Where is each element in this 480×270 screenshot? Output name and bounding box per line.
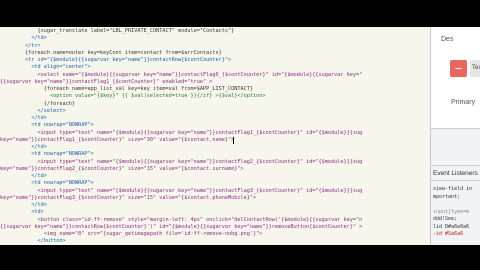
code-line[interactable]: <td align="center"> bbox=[0, 64, 90, 71]
code-line[interactable]: </td> bbox=[0, 115, 47, 122]
code-line[interactable]: {foreach name=outer key=keyCont item=con… bbox=[0, 50, 222, 57]
code-line[interactable]: </td> bbox=[0, 35, 47, 42]
code-line[interactable]: <input type="text" name="{$module}{{suga… bbox=[0, 188, 362, 195]
remove-button[interactable]: − bbox=[450, 60, 467, 77]
divider bbox=[431, 128, 480, 129]
code-line[interactable]: {sugar_translate label="LBL_PRIVATE_CONT… bbox=[0, 28, 234, 35]
code-line[interactable]: </tr> bbox=[0, 43, 41, 50]
style-line: input[type=m bbox=[433, 208, 470, 215]
code-line[interactable]: {foreach name=app_list_val key=key item=… bbox=[0, 86, 253, 93]
style-line: xiew-field in bbox=[433, 186, 473, 192]
code-line[interactable]: </td> bbox=[0, 173, 47, 180]
style-line: -id #Sa6a6 bbox=[433, 231, 464, 237]
code-line[interactable]: <input type="text" name="{$module}{{suga… bbox=[0, 159, 362, 166]
code-line[interactable]: <select name="{$module}{{sugarvar key="n… bbox=[0, 72, 362, 79]
code-line[interactable]: <td nowrap="NOWRAP"> bbox=[0, 122, 93, 129]
code-line[interactable]: key="name"}}contactFlag3_{$contCounter}"… bbox=[0, 195, 256, 202]
devtools-panel: Des − Textu Primary Event Listeners xiew… bbox=[430, 27, 480, 245]
code-line[interactable]: <tr id="{$module}{{sugarvar key="name"}}… bbox=[0, 57, 231, 64]
text-button[interactable]: Textu bbox=[470, 60, 480, 77]
code-line[interactable]: key="name"}}contactFlag2_{$contCounter}"… bbox=[0, 166, 244, 173]
style-line: ddd!See; bbox=[433, 216, 458, 222]
minus-icon: − bbox=[454, 61, 463, 76]
code-line[interactable]: </select> bbox=[0, 108, 65, 115]
code-line[interactable]: {{sugarvar key="name"}}contactRow{$contC… bbox=[0, 224, 362, 231]
code-line[interactable]: <button class="id-ff-remove" style="marg… bbox=[0, 217, 362, 224]
code-line[interactable]: <td nowrap="NOWRAP"> bbox=[0, 180, 93, 187]
bottom-letterbox bbox=[0, 245, 480, 270]
primary-label: Primary bbox=[451, 99, 476, 106]
code-line[interactable]: </td> bbox=[0, 144, 47, 151]
code-line[interactable]: <option value="{$key}" {{ $val|selected=… bbox=[0, 93, 266, 100]
tab-event-listeners[interactable]: Event Listeners bbox=[433, 170, 478, 177]
devtools-preview: Des − Textu Primary bbox=[431, 27, 480, 128]
devtools-heading: Des bbox=[441, 36, 454, 43]
code-line[interactable]: </button> bbox=[0, 238, 65, 245]
style-line: lid D#a6e0a6 bbox=[433, 223, 470, 230]
code-line[interactable]: <td> bbox=[0, 209, 44, 216]
code-line[interactable]: <td nowrap="NOWRAP"> bbox=[0, 151, 93, 158]
code-line[interactable]: key="name"}}contactFlag1_{$contCounter}"… bbox=[0, 137, 234, 144]
divider bbox=[431, 165, 480, 166]
text-cursor bbox=[233, 136, 234, 144]
divider bbox=[431, 180, 480, 181]
code-line[interactable]: <input type="text" name="{$module}{{suga… bbox=[0, 130, 362, 137]
style-line: mportant; bbox=[433, 193, 461, 200]
code-line[interactable]: {/foreach} bbox=[0, 101, 75, 108]
code-line[interactable]: {{sugarvar key="name"}}contactFlag1_{$co… bbox=[0, 79, 212, 86]
code-line[interactable]: <img name="0" src="{sugar_getimagepath f… bbox=[0, 231, 263, 238]
code-line[interactable]: </td> bbox=[0, 202, 47, 209]
code-editor[interactable]: {sugar_translate label="LBL_PRIVATE_CONT… bbox=[0, 27, 430, 245]
